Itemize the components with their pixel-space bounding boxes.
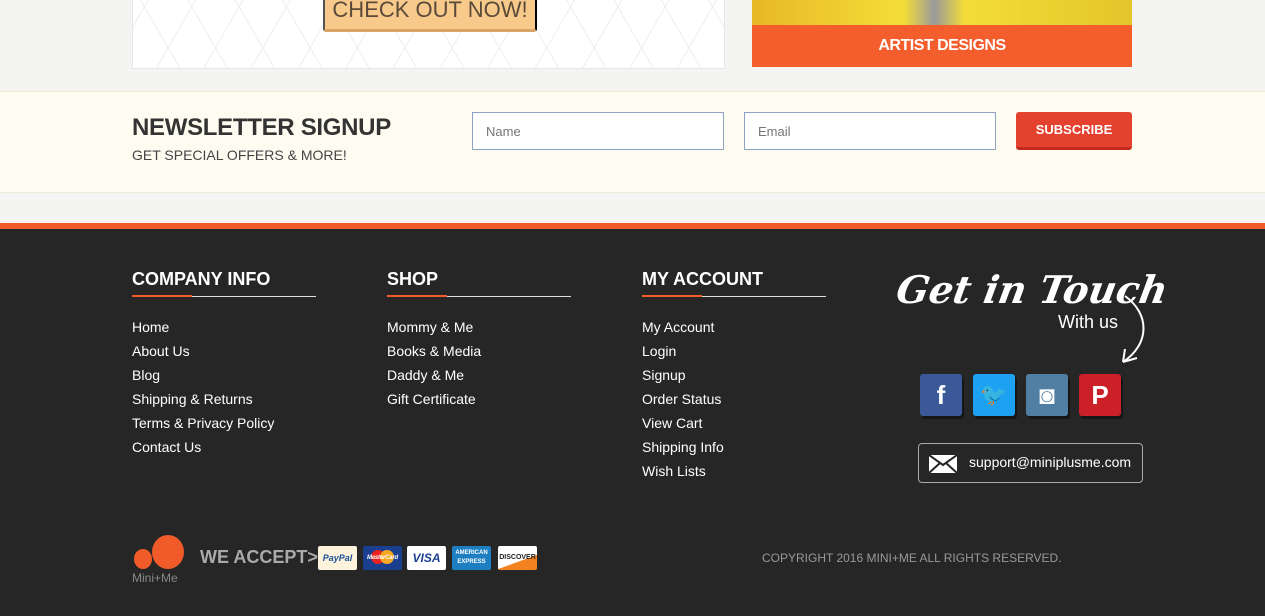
footer-link[interactable]: Gift Certificate	[387, 391, 571, 415]
column-title: MY ACCOUNT	[642, 269, 826, 297]
footer-link[interactable]: Home	[132, 319, 316, 343]
footer: COMPANY INFO Home About Us Blog Shipping…	[0, 223, 1265, 616]
footer-column-company: COMPANY INFO Home About Us Blog Shipping…	[132, 269, 316, 463]
name-input[interactable]	[472, 112, 724, 150]
column-title: SHOP	[387, 269, 571, 297]
footer-link[interactable]: Books & Media	[387, 343, 571, 367]
we-accept-label: WE ACCEPT>	[200, 547, 318, 567]
with-us-text: With us	[1058, 312, 1119, 332]
amex-icon: AMERICAN EXPRESS	[452, 546, 491, 570]
subscribe-button[interactable]: SUBSCRIBE	[1016, 112, 1132, 150]
newsletter-subtitle: GET SPECIAL OFFERS & MORE!	[132, 147, 347, 163]
footer-link[interactable]: View Cart	[642, 415, 826, 439]
mastercard-label: MasterCard	[366, 555, 398, 561]
checkout-now-button[interactable]: CHECK OUT NOW!	[323, 0, 537, 32]
footer-link[interactable]: Shipping & Returns	[132, 391, 316, 415]
artist-image	[752, 0, 1132, 25]
footer-link[interactable]: Contact Us	[132, 439, 316, 463]
footer-link[interactable]: About Us	[132, 343, 316, 367]
footer-link[interactable]: Login	[642, 343, 826, 367]
newsletter-title: NEWSLETTER SIGNUP	[132, 114, 391, 141]
footer-link[interactable]: Mommy & Me	[387, 319, 571, 343]
mastercard-icon: MasterCard	[363, 546, 402, 570]
arrow-icon	[1122, 295, 1145, 363]
email-input[interactable]	[744, 112, 996, 150]
newsletter-section: NEWSLETTER SIGNUP GET SPECIAL OFFERS & M…	[0, 91, 1265, 193]
support-email-link[interactable]: support@miniplusme.com	[918, 443, 1143, 483]
discover-icon: DISCOVER	[498, 546, 537, 570]
facebook-icon[interactable]: f	[920, 374, 962, 416]
copyright: COPYRIGHT 2016 MINI+ME ALL RIGHTS RESERV…	[762, 551, 1062, 565]
envelope-icon	[929, 455, 957, 473]
footer-link[interactable]: My Account	[642, 319, 826, 343]
instagram-icon[interactable]: ◙	[1026, 374, 1068, 416]
footer-link[interactable]: Blog	[132, 367, 316, 391]
column-title: COMPANY INFO	[132, 269, 316, 297]
artist-designs-link[interactable]: ARTIST DESIGNS	[752, 25, 1132, 67]
pinterest-icon[interactable]: P	[1079, 374, 1121, 416]
footer-column-account: MY ACCOUNT My Account Login Signup Order…	[642, 269, 826, 487]
paypal-icon: PayPal	[318, 546, 357, 570]
support-email: support@miniplusme.com	[969, 454, 1132, 470]
twitter-icon[interactable]: 🐦	[973, 374, 1015, 416]
footer-link[interactable]: Shipping Info	[642, 439, 826, 463]
footer-link[interactable]: Signup	[642, 367, 826, 391]
footer-link[interactable]: Order Status	[642, 391, 826, 415]
logo[interactable]: Mini+Me	[132, 529, 188, 589]
footer-link[interactable]: Terms & Privacy Policy	[132, 415, 316, 439]
footer-link[interactable]: Wish Lists	[642, 463, 826, 487]
footer-column-shop: SHOP Mommy & Me Books & Media Daddy & Me…	[387, 269, 571, 415]
visa-icon: VISA	[407, 546, 446, 570]
logo-text: Mini+Me	[132, 571, 178, 585]
footer-link[interactable]: Daddy & Me	[387, 367, 571, 391]
promo-banner: CHECK OUT NOW!	[132, 0, 725, 69]
